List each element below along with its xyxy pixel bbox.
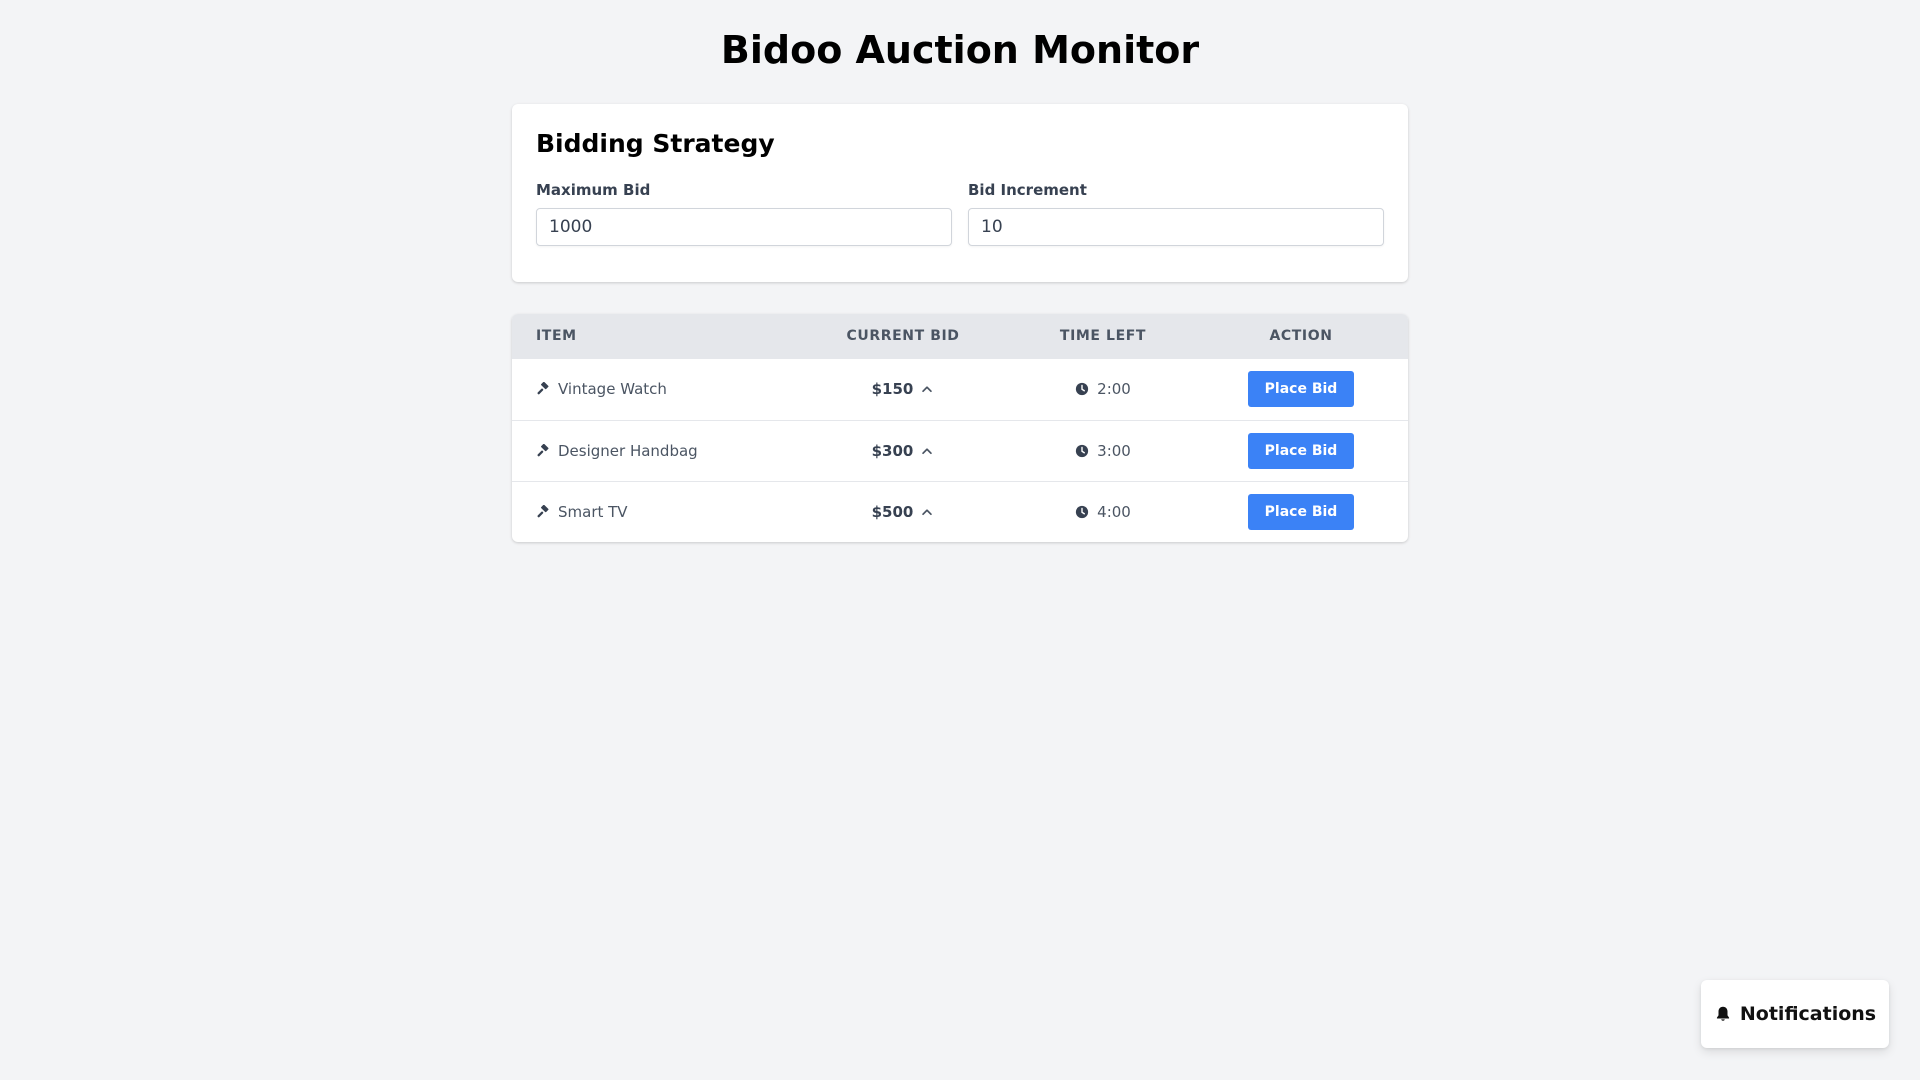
column-header-time-left: TIME LEFT	[1059, 328, 1147, 344]
bidding-strategy-card: Bidding Strategy Maximum Bid Bid Increme…	[512, 104, 1408, 282]
clock-icon	[1076, 444, 1089, 458]
clock-icon	[1076, 505, 1089, 519]
bid-increment-field: Bid Increment	[968, 180, 1384, 246]
bell-icon	[1716, 1006, 1729, 1021]
item-name: Smart TV	[558, 503, 628, 521]
maximum-bid-field: Maximum Bid	[536, 180, 952, 246]
item-cell: Vintage Watch	[536, 359, 667, 419]
column-header-action: ACTION	[1269, 328, 1333, 344]
column-header-item: ITEM	[536, 328, 577, 344]
table-row: Smart TV $500 4:00 Place Bid	[512, 481, 1408, 542]
gavel-icon	[537, 444, 549, 457]
current-bid-value: $300	[871, 442, 914, 460]
current-bid-value: $150	[871, 380, 914, 398]
current-bid-cell: $300	[803, 421, 1003, 481]
table-header: ITEM CURRENT BID TIME LEFT ACTION	[512, 314, 1408, 359]
notifications-label: Notifications	[1739, 1003, 1877, 1025]
item-name: Designer Handbag	[558, 442, 698, 460]
bid-increment-label: Bid Increment	[968, 181, 1087, 199]
maximum-bid-label: Maximum Bid	[536, 181, 651, 199]
column-header-current-bid: CURRENT BID	[846, 328, 960, 344]
page-title: Bidoo Auction Monitor	[720, 28, 1200, 72]
action-cell: Place Bid	[1201, 482, 1401, 542]
action-cell: Place Bid	[1201, 421, 1401, 481]
time-left-value: 2:00	[1097, 380, 1131, 398]
chevron-up-icon	[922, 448, 933, 455]
place-bid-button[interactable]: Place Bid	[1248, 433, 1354, 469]
time-left-cell: 4:00	[1003, 482, 1203, 542]
place-bid-button[interactable]: Place Bid	[1248, 494, 1354, 530]
gavel-icon	[537, 382, 549, 395]
table-row: Designer Handbag $300 3:00 Place Bid	[512, 420, 1408, 481]
maximum-bid-input[interactable]	[536, 208, 952, 246]
bidding-strategy-title: Bidding Strategy	[536, 129, 775, 158]
item-cell: Smart TV	[536, 482, 628, 542]
time-left-cell: 3:00	[1003, 421, 1203, 481]
clock-icon	[1076, 382, 1089, 396]
auction-table: ITEM CURRENT BID TIME LEFT ACTION Vintag…	[512, 314, 1408, 542]
time-left-value: 4:00	[1097, 503, 1131, 521]
notifications-button[interactable]: Notifications	[1701, 980, 1889, 1048]
current-bid-value: $500	[871, 503, 914, 521]
item-name: Vintage Watch	[558, 380, 667, 398]
action-cell: Place Bid	[1201, 359, 1401, 419]
time-left-cell: 2:00	[1003, 359, 1203, 419]
place-bid-button[interactable]: Place Bid	[1248, 371, 1354, 407]
chevron-up-icon	[922, 509, 933, 516]
current-bid-cell: $500	[803, 482, 1003, 542]
time-left-value: 3:00	[1097, 442, 1131, 460]
gavel-icon	[537, 505, 549, 518]
current-bid-cell: $150	[803, 359, 1003, 419]
item-cell: Designer Handbag	[536, 421, 698, 481]
chevron-up-icon	[922, 386, 933, 393]
bid-increment-input[interactable]	[968, 208, 1384, 246]
table-row: Vintage Watch $150 2:00 Place Bid	[512, 359, 1408, 420]
